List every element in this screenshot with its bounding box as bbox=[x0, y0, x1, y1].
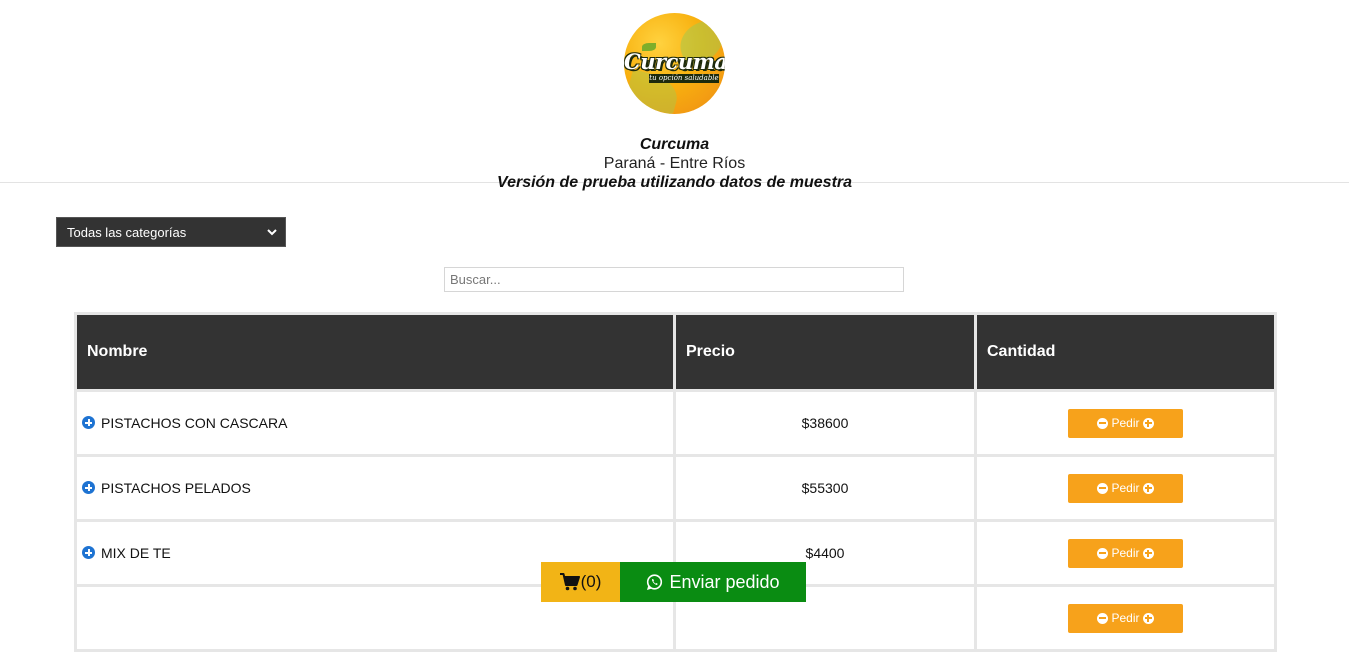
product-name: PISTACHOS PELADOS bbox=[101, 480, 251, 496]
minus-circle-icon[interactable] bbox=[1097, 482, 1109, 494]
logo-wordmark: Curcuma bbox=[624, 49, 725, 74]
plus-circle-icon[interactable] bbox=[1142, 547, 1154, 559]
expand-plus-icon[interactable] bbox=[82, 416, 95, 429]
expand-plus-icon[interactable] bbox=[82, 481, 95, 494]
minus-circle-icon[interactable] bbox=[1097, 417, 1109, 429]
brand-logo: Curcuma tu opción saludable bbox=[624, 13, 725, 114]
order-button-label: Pedir bbox=[1111, 611, 1140, 625]
floating-order-bar: (0) Enviar pedido bbox=[541, 562, 806, 602]
category-select[interactable]: Todas las categorías bbox=[56, 217, 286, 247]
plus-circle-icon[interactable] bbox=[1142, 482, 1154, 494]
quantity-cell: Pedir bbox=[974, 454, 1277, 522]
product-name: MIX DE TE bbox=[101, 545, 171, 561]
order-button-label: Pedir bbox=[1111, 546, 1140, 560]
expand-plus-icon[interactable] bbox=[82, 546, 95, 559]
page-header: Curcuma tu opción saludable Curcuma Para… bbox=[0, 0, 1349, 191]
column-header-name: Nombre bbox=[74, 312, 676, 392]
table-header-row: Nombre Precio Cantidad bbox=[74, 312, 1277, 392]
order-button[interactable]: Pedir bbox=[1068, 603, 1183, 633]
plus-circle-icon[interactable] bbox=[1142, 417, 1154, 429]
quantity-cell: Pedir bbox=[974, 519, 1277, 587]
order-button[interactable]: Pedir bbox=[1068, 408, 1183, 438]
minus-circle-icon[interactable] bbox=[1097, 547, 1109, 559]
category-select-value: Todas las categorías bbox=[67, 224, 187, 240]
shopping-cart-icon bbox=[559, 573, 580, 591]
product-price: $38600 bbox=[673, 389, 977, 457]
product-price: $55300 bbox=[673, 454, 977, 522]
cart-button[interactable]: (0) bbox=[541, 562, 620, 602]
plus-circle-icon[interactable] bbox=[1142, 612, 1154, 624]
order-button[interactable]: Pedir bbox=[1068, 538, 1183, 568]
whatsapp-icon bbox=[647, 573, 663, 590]
store-location: Paraná - Entre Ríos bbox=[603, 155, 746, 172]
order-button-label: Pedir bbox=[1111, 416, 1140, 430]
product-name-cell: PISTACHOS CON CASCARA bbox=[74, 389, 676, 457]
product-name-cell: PISTACHOS PELADOS bbox=[74, 454, 676, 522]
minus-circle-icon[interactable] bbox=[1097, 612, 1109, 624]
column-header-quantity: Cantidad bbox=[974, 312, 1277, 392]
send-order-button[interactable]: Enviar pedido bbox=[620, 562, 806, 602]
table-row: PISTACHOS CON CASCARA $38600 Pedir bbox=[74, 389, 1277, 457]
chevron-down-icon bbox=[267, 229, 277, 236]
demo-notice: Versión de prueba utilizando datos de mu… bbox=[496, 174, 853, 191]
cart-count: (0) bbox=[580, 572, 602, 591]
order-button-label: Pedir bbox=[1111, 481, 1140, 495]
send-order-label: Enviar pedido bbox=[669, 571, 780, 592]
search-input[interactable] bbox=[444, 267, 904, 292]
quantity-cell: Pedir bbox=[974, 584, 1277, 652]
table-row: PISTACHOS PELADOS $55300 Pedir bbox=[74, 454, 1277, 522]
store-name: Curcuma bbox=[639, 136, 710, 153]
order-button[interactable]: Pedir bbox=[1068, 473, 1183, 503]
column-header-price: Precio bbox=[673, 312, 977, 392]
logo-tagline: tu opción saludable bbox=[649, 74, 719, 83]
product-name: PISTACHOS CON CASCARA bbox=[101, 415, 288, 431]
quantity-cell: Pedir bbox=[974, 389, 1277, 457]
